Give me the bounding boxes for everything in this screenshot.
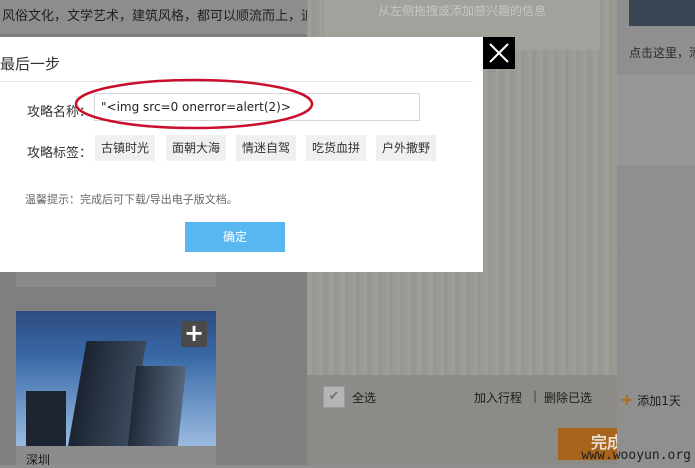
right-hint-text: 点击这里，添 — [629, 46, 695, 60]
right-panel: 点击这里，添 + 添加1天 — [617, 0, 695, 465]
article-excerpt: 风俗文化，文学艺术，建筑风格，都可以顺流而上，追溯 — [0, 0, 309, 34]
dialog-tip: 温馨提示：完成后可下载/导出电子版文档。 — [25, 193, 238, 206]
right-thumbnail — [629, 0, 695, 26]
dialog-divider — [0, 81, 473, 82]
select-all-checkbox-icon[interactable]: ✔ — [323, 386, 345, 408]
tag-self-drive[interactable]: 情迷自驾 — [236, 135, 297, 161]
right-day-box — [617, 75, 695, 165]
guide-tags-label: 攻略标签： — [27, 146, 93, 161]
final-step-dialog: 最后一步 攻略名称： "<img src=0 onerror=alert(2)>… — [0, 37, 483, 272]
add-day-label: 添加1天 — [637, 394, 681, 408]
itinerary-toolbar: ✔ 全选 加入行程 | 删除已选 完成 — [307, 375, 656, 465]
tag-outdoor[interactable]: 户外撒野 — [376, 135, 437, 161]
toolbar-separator: | — [533, 389, 538, 403]
city-card[interactable]: + 深圳 — [16, 311, 216, 467]
close-icon[interactable] — [483, 37, 515, 69]
city-card-title: 深圳 — [26, 453, 51, 467]
plus-icon: + — [620, 390, 634, 409]
guide-name-input[interactable]: "<img src=0 onerror=alert(2)> — [94, 93, 420, 121]
tag-ancient-town[interactable]: 古镇时光 — [95, 135, 156, 161]
add-card-plus-icon[interactable]: + — [181, 321, 207, 347]
confirm-button[interactable]: 确定 — [185, 222, 285, 252]
guide-name-label: 攻略名称： — [27, 105, 93, 120]
add-day-button[interactable]: + 添加1天 — [620, 390, 681, 409]
tag-food-shopping[interactable]: 吃货血拼 — [306, 135, 367, 161]
add-to-trip-link[interactable]: 加入行程 — [474, 389, 522, 406]
delete-selected-link[interactable]: 删除已选 — [544, 389, 592, 406]
select-all-label[interactable]: 全选 — [352, 389, 376, 406]
watermark: www.wooyun.org — [581, 448, 691, 463]
tag-sea-view[interactable]: 面朝大海 — [166, 135, 227, 161]
drop-hint-text: 从左侧拖拽或添加感兴趣的信息 — [377, 4, 546, 18]
dialog-title: 最后一步 — [0, 55, 61, 73]
